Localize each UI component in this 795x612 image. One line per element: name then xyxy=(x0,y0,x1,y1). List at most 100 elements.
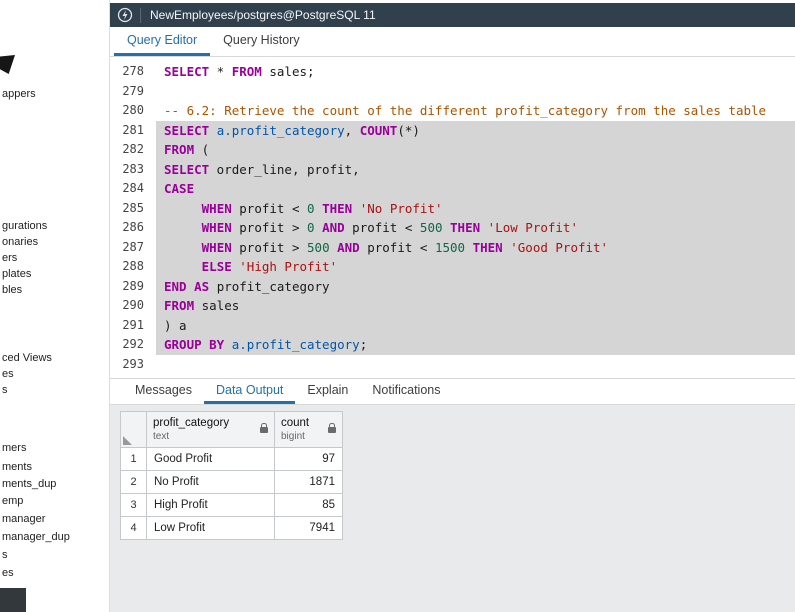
editor-row: 282 FROM ( xyxy=(110,140,795,160)
code-token: WHEN xyxy=(201,220,232,235)
column-header-count[interactable]: count bigint xyxy=(274,411,343,448)
code-line[interactable]: WHEN profit < 0 THEN 'No Profit' xyxy=(156,198,795,218)
row-number-cell[interactable]: 3 xyxy=(120,493,147,517)
tree-item[interactable]: appers xyxy=(2,88,36,100)
row-number-cell[interactable]: 2 xyxy=(120,470,147,494)
editor-row: 291) a xyxy=(110,315,795,335)
code-line[interactable]: GROUP BY a.profit_category; xyxy=(156,335,795,355)
divider xyxy=(140,7,141,23)
code-token: 0 xyxy=(307,220,315,235)
profit-category-cell[interactable]: Good Profit xyxy=(146,447,275,471)
line-number: 278 xyxy=(122,64,144,78)
tree-item[interactable]: ments xyxy=(2,461,32,473)
tab-explain[interactable]: Explain xyxy=(295,379,360,404)
tab-query-history[interactable]: Query History xyxy=(210,27,312,56)
tree-item[interactable]: bles xyxy=(2,284,22,296)
code-line[interactable]: END AS profit_category xyxy=(156,276,795,296)
editor-row: 285 WHEN profit < 0 THEN 'No Profit' xyxy=(110,198,795,218)
tree-item[interactable]: ments_dup xyxy=(2,478,56,490)
editor-row: 281 SELECT a.profit_category, COUNT(*) xyxy=(110,120,795,140)
profit-category-cell[interactable]: No Profit xyxy=(146,470,275,494)
row-number-cell[interactable]: 1 xyxy=(120,447,147,471)
code-token: profit < xyxy=(359,239,435,255)
grid-body: 1 Good Profit 97 2 No Profit 1871 3 High Profit… xyxy=(120,447,343,540)
connection-status-icon xyxy=(117,7,133,23)
table-row[interactable]: 1 Good Profit 97 xyxy=(120,447,343,471)
code-line[interactable]: -- 6.2: Retrieve the count of the differ… xyxy=(156,101,795,121)
code-token: AND xyxy=(337,239,360,255)
column-header-profit-category[interactable]: profit_category text xyxy=(146,411,275,448)
code-line[interactable]: WHEN profit > 0 AND profit < 500 THEN 'L… xyxy=(156,218,795,238)
tree-item[interactable]: mers xyxy=(2,442,26,454)
code-line[interactable]: SELECT * FROM sales; xyxy=(156,62,795,82)
tree-item[interactable]: onaries xyxy=(2,236,38,248)
count-cell[interactable]: 1871 xyxy=(274,470,343,494)
code-line[interactable] xyxy=(156,355,795,375)
column-name: profit_category xyxy=(153,417,230,429)
data-output-panel: profit_category text count bigint 1 Good… xyxy=(110,405,795,612)
code-line[interactable]: ELSE 'High Profit' xyxy=(156,257,795,277)
tree-item[interactable]: manager xyxy=(2,513,45,525)
grid-header: profit_category text count bigint xyxy=(120,411,343,448)
tree-item[interactable]: ers xyxy=(2,252,17,264)
select-all-triangle-icon xyxy=(123,436,132,445)
connection-header: NewEmployees/postgres@PostgreSQL 11 xyxy=(110,3,795,27)
tree-item[interactable]: es xyxy=(2,368,14,380)
code-token: 'No Profit' xyxy=(359,200,443,216)
tree-item[interactable]: emp xyxy=(2,495,23,507)
profit-category-cell[interactable]: Low Profit xyxy=(146,516,275,540)
code-line[interactable] xyxy=(156,82,795,102)
code-line[interactable]: SELECT a.profit_category, COUNT(*) xyxy=(156,120,795,140)
table-row[interactable]: 2 No Profit 1871 xyxy=(120,470,343,494)
code-token: AND xyxy=(322,220,345,235)
line-number: 286 xyxy=(122,220,144,234)
code-token: THEN xyxy=(322,200,353,216)
query-tool-tabs: Query Editor Query History xyxy=(110,27,795,57)
count-cell[interactable]: 7941 xyxy=(274,516,343,540)
bottom-left-panel-fragment xyxy=(0,588,26,612)
tree-item[interactable]: s xyxy=(2,384,8,396)
table-row[interactable]: 3 High Profit 85 xyxy=(120,493,343,517)
code-line[interactable]: WHEN profit > 500 AND profit < 1500 THEN… xyxy=(156,237,795,257)
code-token: * xyxy=(209,64,232,79)
column-type: bigint xyxy=(281,431,305,442)
tab-query-editor[interactable]: Query Editor xyxy=(114,27,211,56)
code-token: 'Good Profit' xyxy=(510,239,609,255)
code-token: a.profit_category xyxy=(216,122,345,138)
tree-item[interactable]: s xyxy=(2,549,8,561)
code-token: 1500 xyxy=(434,239,466,255)
line-number: 280 xyxy=(122,103,144,117)
tab-messages[interactable]: Messages xyxy=(123,379,204,404)
line-number: 282 xyxy=(122,142,144,156)
code-token: -- 6.2: Retrieve the count of the differ… xyxy=(164,103,767,118)
row-number-cell[interactable]: 4 xyxy=(120,516,147,540)
tab-data-output[interactable]: Data Output xyxy=(203,379,296,404)
sql-editor[interactable]: 278 SELECT * FROM sales; 279 280 -- 6.2: Ret… xyxy=(110,57,795,378)
lock-icon xyxy=(260,422,268,433)
profit-category-cell[interactable]: High Profit xyxy=(146,493,275,517)
tree-item[interactable]: plates xyxy=(2,268,31,280)
tree-item[interactable]: es xyxy=(2,567,14,579)
tree-item[interactable]: manager_dup xyxy=(2,531,70,543)
code-line[interactable]: ) a xyxy=(156,315,795,335)
code-token: profit < xyxy=(231,200,308,216)
code-line[interactable]: FROM ( xyxy=(156,140,795,160)
code-line[interactable]: CASE xyxy=(156,179,795,199)
code-token: GROUP BY xyxy=(164,337,225,352)
code-line[interactable]: SELECT order_line, profit, xyxy=(156,159,795,179)
tree-item[interactable]: ced Views xyxy=(2,352,52,364)
code-token: COUNT xyxy=(359,122,398,138)
code-token: order_line, profit, xyxy=(209,161,360,177)
select-all-cell[interactable] xyxy=(120,411,147,448)
count-cell[interactable]: 85 xyxy=(274,493,343,517)
tab-notifications[interactable]: Notifications xyxy=(360,379,452,404)
code-token: a.profit_category xyxy=(231,337,360,352)
tree-item[interactable]: gurations xyxy=(2,220,47,232)
editor-row: 279 xyxy=(110,82,795,102)
code-line[interactable]: FROM sales xyxy=(156,296,795,316)
table-row[interactable]: 4 Low Profit 7941 xyxy=(120,516,343,540)
count-cell[interactable]: 97 xyxy=(274,447,343,471)
